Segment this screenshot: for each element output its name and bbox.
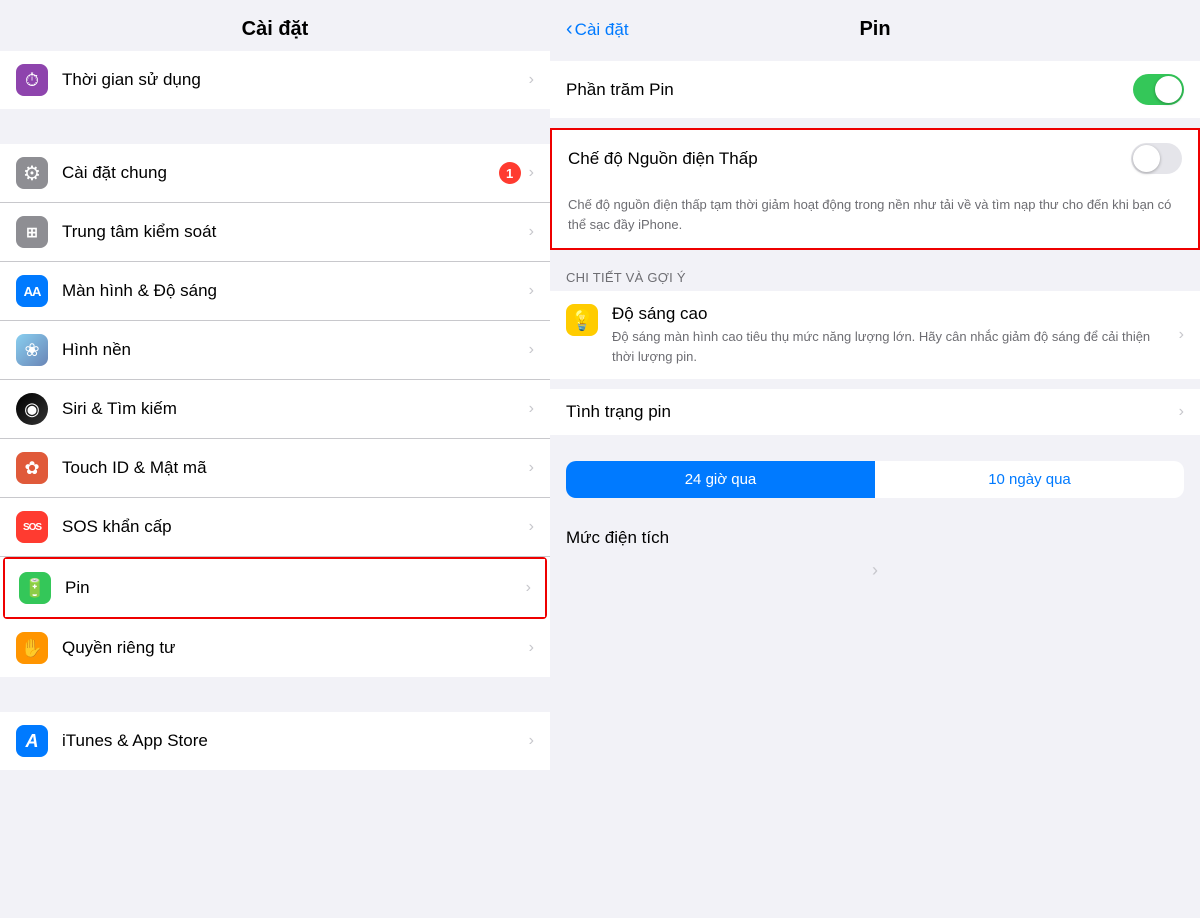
battery-icon: 🔋: [19, 572, 51, 604]
sidebar-item-wallpaper[interactable]: ❀ Hình nền ›: [0, 321, 550, 380]
low-power-label: Chế độ Nguồn điện Thấp: [568, 149, 1131, 169]
group-main: ⚙ Cài đặt chung 1 › ⊞ Trung tâm kiểm soá…: [0, 144, 550, 677]
sidebar-item-general[interactable]: ⚙ Cài đặt chung 1 ›: [0, 144, 550, 203]
left-panel: Cài đặt ⏱ Thời gian sử dụng › ⚙ Cài đặt …: [0, 0, 550, 918]
sidebar-item-screen-time[interactable]: ⏱ Thời gian sử dụng ›: [0, 51, 550, 109]
chevron-icon: ›: [529, 164, 534, 182]
sidebar-item-siri[interactable]: ◉ Siri & Tìm kiếm ›: [0, 380, 550, 439]
sidebar-item-privacy[interactable]: ✋ Quyền riêng tư ›: [0, 619, 550, 677]
back-label: Cài đặt: [575, 20, 629, 40]
chevron-icon: ›: [529, 400, 534, 418]
chevron-icon: ›: [529, 639, 534, 657]
left-header: Cài đặt: [0, 0, 550, 51]
tinh-trang-chevron-icon: ›: [1179, 403, 1184, 421]
separator-r3: [550, 379, 1200, 389]
phan-tram-pin-item: Phần trăm Pin: [550, 61, 1200, 118]
low-power-item: Chế độ Nguồn điện Thấp: [552, 130, 1198, 187]
general-badge: 1: [499, 162, 521, 184]
tinh-trang-pin-label: Tình trạng pin: [566, 402, 1179, 422]
tinh-trang-pin-item[interactable]: Tình trạng pin ›: [550, 389, 1200, 435]
tab-24h-label: 24 giờ qua: [685, 471, 757, 488]
tab-10days[interactable]: 10 ngày qua: [875, 461, 1184, 498]
control-center-icon: ⊞: [16, 216, 48, 248]
chevron-icon: ›: [526, 579, 531, 597]
sos-icon: SOS: [16, 511, 48, 543]
separator-r2: [550, 250, 1200, 260]
touch-id-icon: ✿: [16, 452, 48, 484]
sidebar-item-touch-id[interactable]: ✿ Touch ID & Mật mã ›: [0, 439, 550, 498]
low-power-section: Chế độ Nguồn điện Thấp Chế độ nguồn điện…: [550, 128, 1200, 250]
brightness-content: Độ sáng cao Độ sáng màn hình cao tiêu th…: [612, 304, 1171, 366]
privacy-label: Quyền riêng tư: [62, 638, 529, 658]
top-spacer: [550, 51, 1200, 61]
chevron-icon: ›: [529, 223, 534, 241]
display-icon: AA: [16, 275, 48, 307]
brightness-icon: 💡: [566, 304, 598, 336]
battery-item-highlighted[interactable]: 🔋 Pin ›: [3, 557, 547, 619]
chevron-icon: ›: [529, 459, 534, 477]
chevron-icon: ›: [529, 732, 534, 750]
sidebar-item-battery[interactable]: 🔋 Pin ›: [5, 559, 545, 617]
screen-time-label: Thời gian sử dụng: [62, 70, 529, 90]
brightness-item[interactable]: 💡 Độ sáng cao Độ sáng màn hình cao tiêu …: [550, 291, 1200, 379]
sidebar-item-appstore[interactable]: A iTunes & App Store ›: [0, 712, 550, 770]
back-button[interactable]: ‹ Cài đặt: [566, 18, 629, 41]
low-power-description: Chế độ nguồn điện thấp tạm thời giảm hoạ…: [552, 187, 1198, 248]
tab-10days-label: 10 ngày qua: [988, 471, 1071, 488]
general-icon: ⚙: [16, 157, 48, 189]
low-power-toggle[interactable]: [1131, 143, 1182, 174]
brightness-group: 💡 Độ sáng cao Độ sáng màn hình cao tiêu …: [550, 291, 1200, 379]
low-power-desc-text: Chế độ nguồn điện thấp tạm thời giảm hoạ…: [568, 197, 1171, 232]
separator-2: [0, 677, 550, 712]
bottom-arrow: ›: [550, 554, 1200, 587]
group-screen-time: ⏱ Thời gian sử dụng ›: [0, 51, 550, 109]
brightness-desc: Độ sáng màn hình cao tiêu thụ mức năng l…: [612, 327, 1171, 366]
wallpaper-label: Hình nền: [62, 340, 529, 360]
wallpaper-icon: ❀: [16, 334, 48, 366]
privacy-icon: ✋: [16, 632, 48, 664]
chevron-icon: ›: [529, 341, 534, 359]
sos-label: SOS khẩn cấp: [62, 517, 529, 537]
right-content: Phần trăm Pin Chế độ Nguồn điện Thấp Chế…: [550, 51, 1200, 918]
section-header: CHI TIẾT VÀ GỢI Ý: [550, 260, 1200, 291]
group-store: A iTunes & App Store ›: [0, 712, 550, 770]
sidebar-item-control-center[interactable]: ⊞ Trung tâm kiểm soát ›: [0, 203, 550, 262]
right-header: ‹ Cài đặt Pin: [550, 0, 1200, 51]
toggle-knob: [1155, 76, 1182, 103]
phan-tram-pin-group: Phần trăm Pin: [550, 61, 1200, 118]
siri-icon: ◉: [16, 393, 48, 425]
right-panel: ‹ Cài đặt Pin Phần trăm Pin Chế độ Nguồn…: [550, 0, 1200, 918]
chevron-icon: ›: [529, 71, 534, 89]
sidebar-item-sos[interactable]: SOS SOS khẩn cấp ›: [0, 498, 550, 557]
tab-24h[interactable]: 24 giờ qua: [566, 461, 875, 498]
general-label: Cài đặt chung: [62, 163, 499, 183]
phan-tram-pin-toggle[interactable]: [1133, 74, 1184, 105]
muc-dien-tich-title: Mức điện tích: [550, 514, 1200, 554]
right-title: Pin: [859, 18, 890, 41]
brightness-chevron-icon: ›: [1179, 326, 1184, 344]
toggle-knob: [1133, 145, 1160, 172]
tinh-trang-pin-group: Tình trạng pin ›: [550, 389, 1200, 435]
battery-label: Pin: [65, 578, 526, 598]
separator-1: [0, 109, 550, 144]
sidebar-item-display[interactable]: AA Màn hình & Độ sáng ›: [0, 262, 550, 321]
back-chevron-icon: ‹: [566, 18, 573, 41]
display-label: Màn hình & Độ sáng: [62, 281, 529, 301]
brightness-title: Độ sáng cao: [612, 304, 1171, 324]
separator-r4: [550, 435, 1200, 445]
siri-label: Siri & Tìm kiếm: [62, 399, 529, 419]
separator-r1: [550, 118, 1200, 128]
chevron-icon: ›: [529, 518, 534, 536]
chevron-icon: ›: [529, 282, 534, 300]
appstore-icon: A: [16, 725, 48, 757]
time-tab-bar: 24 giờ qua 10 ngày qua: [566, 461, 1184, 498]
screen-time-icon: ⏱: [16, 64, 48, 96]
appstore-label: iTunes & App Store: [62, 731, 529, 751]
control-center-label: Trung tâm kiểm soát: [62, 222, 529, 242]
touch-id-label: Touch ID & Mật mã: [62, 458, 529, 478]
phan-tram-pin-label: Phần trăm Pin: [566, 80, 1133, 100]
